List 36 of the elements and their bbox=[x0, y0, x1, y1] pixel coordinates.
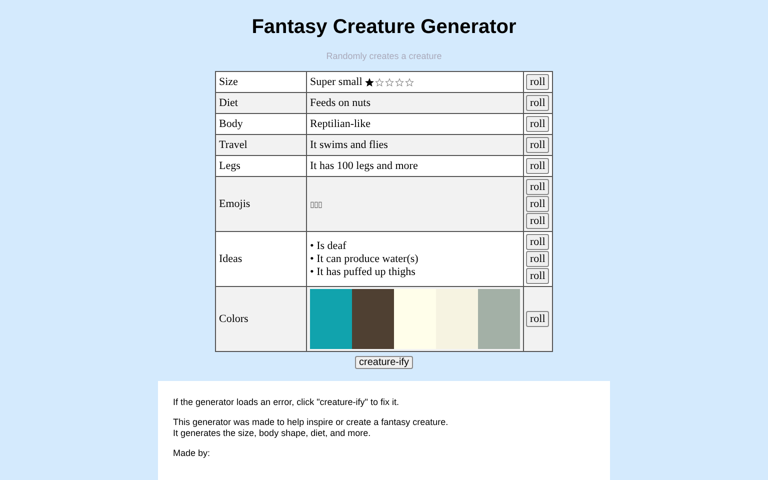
table-cell: Emojis bbox=[216, 176, 307, 232]
table-cell: Size bbox=[216, 72, 307, 92]
roll-button[interactable]: roll bbox=[526, 137, 550, 153]
page-subtitle: Randomly creates a creature bbox=[326, 51, 442, 61]
roll-button[interactable]: roll bbox=[526, 268, 550, 284]
table-cell-text: It swims and flies bbox=[310, 139, 388, 151]
roll-button[interactable]: roll bbox=[526, 95, 550, 111]
emoji-text: ▯▯▯ bbox=[310, 200, 322, 209]
roll-button[interactable]: roll bbox=[526, 116, 550, 132]
size-text: Super small bbox=[310, 76, 362, 88]
empty-star-icon bbox=[405, 78, 414, 86]
empty-star-icon bbox=[395, 78, 404, 86]
table-cell: Travel bbox=[216, 134, 307, 156]
roll-button[interactable]: roll bbox=[526, 311, 550, 327]
page-title: Fantasy Creature Generator bbox=[252, 16, 516, 39]
info-text: This generator was made to help inspire or create a fantasy creature. It generates the size, body shape, diet, and more. bbox=[173, 417, 450, 439]
roll-button[interactable]: roll bbox=[526, 158, 550, 174]
empty-star-icon bbox=[385, 78, 394, 86]
info-text: Made by: bbox=[173, 448, 212, 459]
table-cell-text: It has 100 legs and more bbox=[310, 160, 418, 172]
filled-star-icon bbox=[365, 78, 374, 86]
idea-item: • It has puffed up thighs bbox=[310, 266, 416, 278]
roll-button[interactable]: roll bbox=[526, 74, 550, 90]
table-cell: Colors bbox=[216, 286, 307, 352]
table-cell-text: Feeds on nuts bbox=[310, 97, 371, 109]
creature-ify-button[interactable]: creature-ify bbox=[354, 356, 413, 369]
roll-button[interactable]: roll bbox=[526, 234, 550, 250]
info-text: If the generator loads an error, click "creature-ify" to fix it. bbox=[173, 397, 400, 408]
table-cell: Diet bbox=[216, 92, 307, 114]
roll-button[interactable]: roll bbox=[526, 213, 550, 229]
roll-button[interactable]: roll bbox=[526, 196, 550, 212]
idea-item: • It can produce water(s) bbox=[310, 252, 420, 266]
roll-button[interactable]: roll bbox=[526, 251, 550, 267]
roll-button[interactable]: roll bbox=[526, 179, 550, 195]
idea-item: • Is deaf bbox=[310, 240, 348, 252]
table-cell-text: Reptilian-like bbox=[310, 118, 370, 130]
